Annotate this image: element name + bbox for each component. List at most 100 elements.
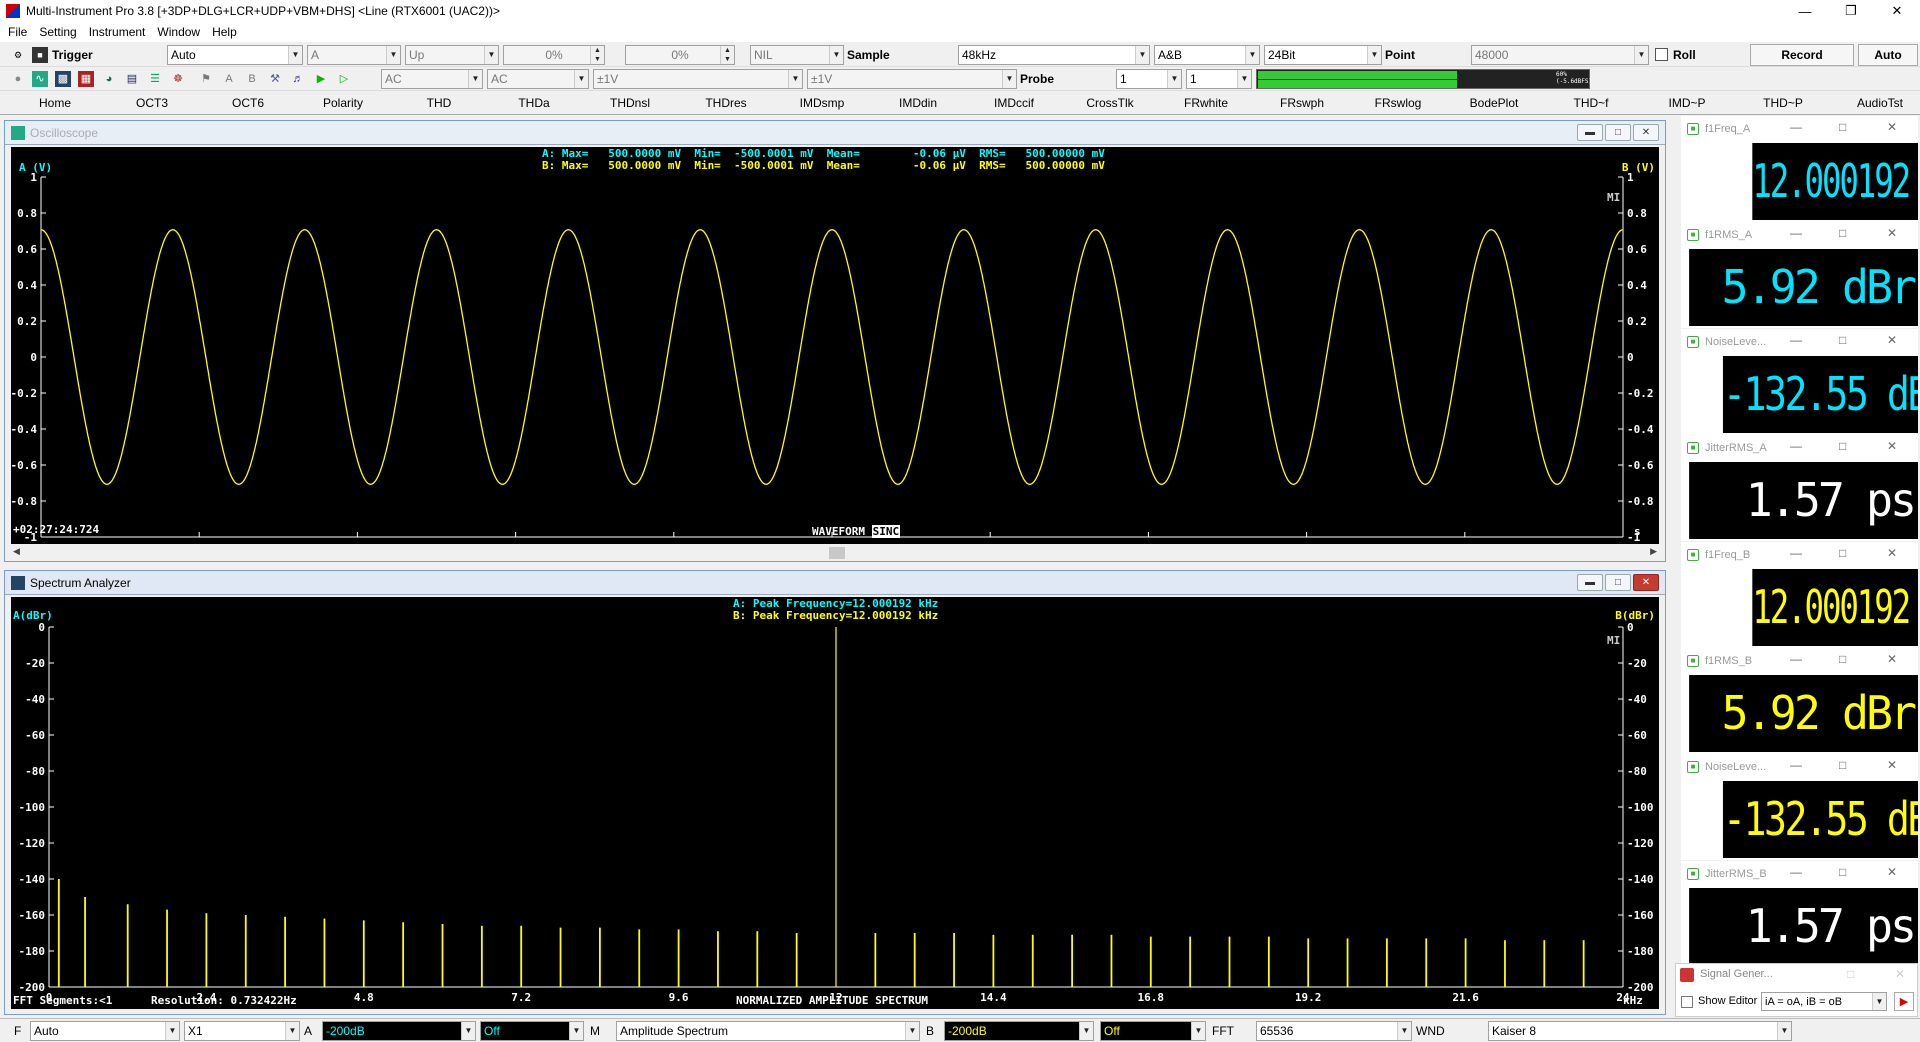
- meter-maximize-button[interactable]: □: [1839, 758, 1846, 772]
- trigger-channel-select[interactable]: A ▼: [307, 45, 401, 65]
- freq-axis-select[interactable]: Auto ▼: [30, 1021, 180, 1041]
- auto-button[interactable]: Auto: [1858, 44, 1918, 66]
- oscilloscope-titlebar[interactable]: Oscilloscope ▬ □ ✕: [5, 121, 1665, 145]
- meter-maximize-button[interactable]: □: [1839, 226, 1846, 240]
- oscilloscope-icon[interactable]: ∿: [32, 71, 48, 87]
- meter-maximize-button[interactable]: □: [1839, 120, 1846, 134]
- meter-minimize-button[interactable]: —: [1790, 439, 1802, 453]
- menu-instrument[interactable]: Instrument: [89, 25, 146, 39]
- meter-minimize-button[interactable]: —: [1790, 758, 1802, 772]
- trigger-edge-select[interactable]: Up ▼: [405, 45, 499, 65]
- spectrogram-icon[interactable]: ▦: [78, 71, 94, 87]
- osc-horizontal-scrollbar[interactable]: ◀ ▶: [11, 546, 1659, 560]
- gear-icon[interactable]: ⚙: [10, 47, 26, 63]
- save-icon[interactable]: ■: [32, 47, 48, 63]
- tab-imddin[interactable]: IMDdin: [883, 91, 953, 115]
- siggen-play-button[interactable]: ▶: [1894, 992, 1914, 1011]
- meter-maximize-button[interactable]: □: [1839, 333, 1846, 347]
- menu-setting[interactable]: Setting: [39, 25, 76, 39]
- tab-frswlog[interactable]: FRswlog: [1363, 91, 1433, 115]
- meter-maximize-button[interactable]: □: [1839, 546, 1846, 560]
- tab-crosstlk[interactable]: CrossTlk: [1075, 91, 1145, 115]
- meter-close-button[interactable]: ✕: [1887, 333, 1897, 347]
- siggen-close-button[interactable]: ✕: [1895, 967, 1905, 981]
- fft-size-select[interactable]: 65536 ▼: [1256, 1021, 1412, 1041]
- meter-minimize-button[interactable]: —: [1790, 546, 1802, 560]
- restore-button[interactable]: ❐: [1828, 0, 1874, 22]
- siggen-maximize-button[interactable]: □: [1847, 967, 1854, 981]
- tab-oct3[interactable]: OCT3: [117, 91, 187, 115]
- meter-close-button[interactable]: ✕: [1887, 120, 1897, 134]
- range-a-select[interactable]: ±1V ▼: [593, 69, 803, 89]
- probe-b-select[interactable]: 1 ▼: [1186, 69, 1252, 89]
- meter-close-button[interactable]: ✕: [1887, 226, 1897, 240]
- spec-close-button[interactable]: ✕: [1633, 574, 1659, 591]
- points-select[interactable]: 48000 ▼: [1471, 45, 1649, 65]
- tab-home[interactable]: Home: [20, 91, 90, 115]
- cursor-a-icon[interactable]: A: [221, 71, 237, 87]
- play-step-icon[interactable]: ▷: [336, 71, 352, 87]
- zoom-select[interactable]: X1 ▼: [184, 1021, 300, 1041]
- siggen-mode-select[interactable]: iA = oA, iB = oB ▼: [1761, 992, 1887, 1011]
- cursor-b-icon[interactable]: B: [244, 71, 260, 87]
- range-b-select[interactable]: ±1V ▼: [807, 69, 1017, 89]
- tab-thda[interactable]: THDa: [499, 91, 569, 115]
- tab-thd-f[interactable]: THD~f: [1556, 91, 1626, 115]
- spectrum-titlebar[interactable]: Spectrum Analyzer ▬ □ ✕: [5, 571, 1665, 595]
- show-editor-checkbox[interactable]: [1681, 996, 1693, 1008]
- window-function-select[interactable]: Kaiser 8 ▼: [1488, 1021, 1792, 1041]
- trigger-mode-select[interactable]: Auto ▼: [167, 45, 303, 65]
- menu-help[interactable]: Help: [212, 25, 237, 39]
- meter-maximize-button[interactable]: □: [1839, 865, 1846, 879]
- tab-frwhite[interactable]: FRwhite: [1171, 91, 1241, 115]
- sample-rate-select[interactable]: 48kHz ▼: [958, 45, 1150, 65]
- menu-file[interactable]: File: [8, 25, 27, 39]
- spec-minimize-button[interactable]: ▬: [1577, 574, 1603, 591]
- probe-icon[interactable]: ⚑: [198, 71, 214, 87]
- spectrum-icon[interactable]: ▩: [55, 71, 71, 87]
- spectrum-plot[interactable]: 0 0 -20 -20 -40 -40 -60 -60 -80 -80 -100 -100 -120 -1…: [11, 597, 1659, 1009]
- a-off-select[interactable]: Off ▼: [480, 1021, 584, 1041]
- oscilloscope-plot[interactable]: 1 1 0.8 0.8 0.6 0.6 0.4 0.4 0.2 0.2 0 0 -0.2 -0.2 -0.4…: [11, 147, 1659, 544]
- tab-thdres[interactable]: THDres: [691, 91, 761, 115]
- channel-mode-select[interactable]: A&B ▼: [1154, 45, 1260, 65]
- osc-close-button[interactable]: ✕: [1633, 124, 1659, 141]
- meter-close-button[interactable]: ✕: [1887, 439, 1897, 453]
- roll-checkbox[interactable]: [1655, 48, 1668, 61]
- meter-close-button[interactable]: ✕: [1887, 652, 1897, 666]
- meter-icon[interactable]: ◕: [101, 71, 117, 87]
- osc-maximize-button[interactable]: □: [1605, 124, 1631, 141]
- coupling-b-select[interactable]: AC ▼: [487, 69, 589, 89]
- record-button[interactable]: Record: [1750, 44, 1854, 66]
- tab-audiotst[interactable]: AudioTst: [1844, 91, 1916, 115]
- tab-thdnsl[interactable]: THDnsl: [595, 91, 665, 115]
- b-off-select[interactable]: Off ▼: [1100, 1021, 1206, 1041]
- trigger-position-stepper[interactable]: 0% ▲ ▼: [625, 45, 735, 65]
- nil-select[interactable]: NIL ▼: [750, 45, 844, 65]
- device-test-icon[interactable]: ☸: [170, 71, 186, 87]
- measurement-select[interactable]: Amplitude Spectrum ▼: [616, 1021, 920, 1041]
- meter-minimize-button[interactable]: —: [1790, 652, 1802, 666]
- minimize-button[interactable]: —: [1782, 0, 1828, 22]
- generator-icon[interactable]: ☰: [147, 71, 163, 87]
- bit-depth-select[interactable]: 24Bit ▼: [1264, 45, 1382, 65]
- meter-close-button[interactable]: ✕: [1887, 865, 1897, 879]
- menu-window[interactable]: Window: [157, 25, 200, 39]
- range-b-floor-select[interactable]: -200dB ▼: [944, 1021, 1094, 1041]
- meter-minimize-button[interactable]: —: [1790, 226, 1802, 240]
- tab-imd-p[interactable]: IMD~P: [1652, 91, 1722, 115]
- coupling-a-select[interactable]: AC ▼: [381, 69, 483, 89]
- probe-a-select[interactable]: 1 ▼: [1116, 69, 1182, 89]
- tab-bodeplot[interactable]: BodePlot: [1459, 91, 1529, 115]
- spec-maximize-button[interactable]: □: [1605, 574, 1631, 591]
- meter-maximize-button[interactable]: □: [1839, 652, 1846, 666]
- tab-frswph[interactable]: FRswph: [1267, 91, 1337, 115]
- close-button[interactable]: ✕: [1874, 0, 1920, 22]
- dds-icon[interactable]: ▤: [124, 71, 140, 87]
- osc-minimize-button[interactable]: ▬: [1577, 124, 1603, 141]
- osc-scroll-thumb[interactable]: [829, 547, 845, 559]
- trigger-level-stepper[interactable]: 0% ▲ ▼: [503, 45, 605, 65]
- stop-icon[interactable]: ●: [10, 71, 26, 87]
- meter-minimize-button[interactable]: —: [1790, 333, 1802, 347]
- tab-oct6[interactable]: OCT6: [213, 91, 283, 115]
